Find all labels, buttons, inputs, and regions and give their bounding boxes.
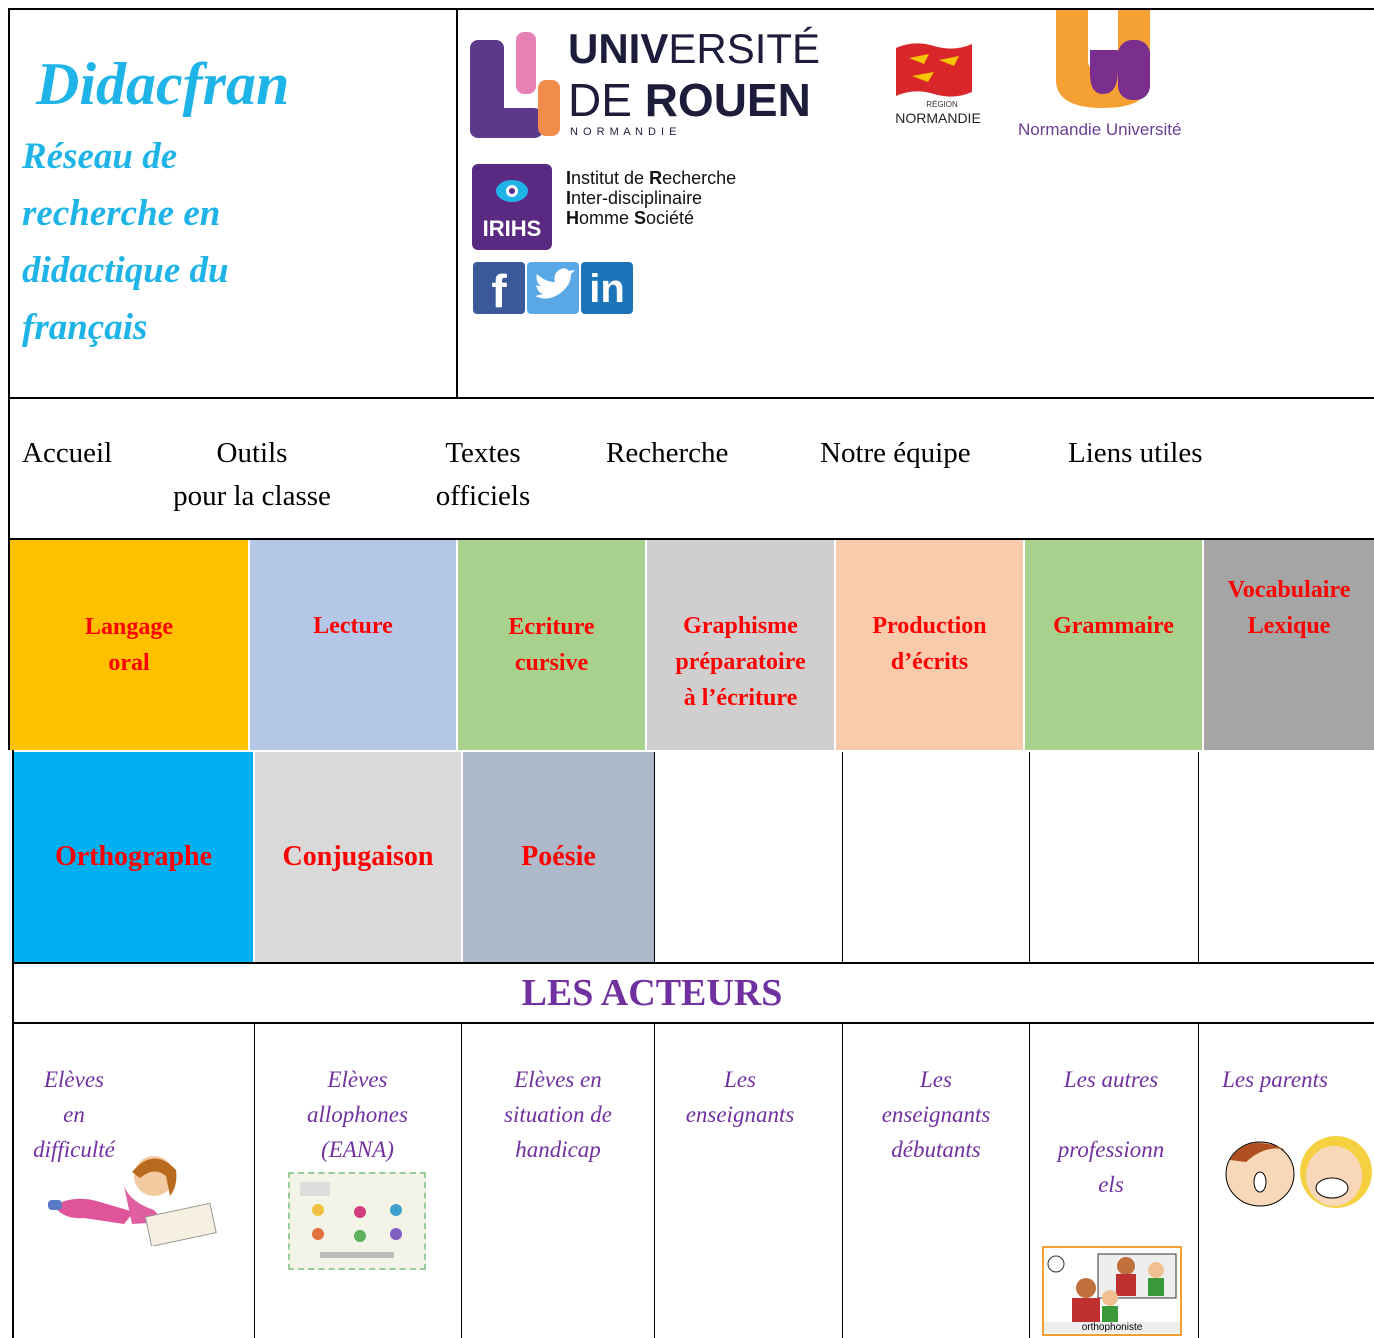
logo-univ-light: ERSITÉ: [668, 25, 821, 72]
region-small-label: RÉGION: [926, 100, 958, 109]
nav-textes-officiels[interactable]: Textes officiels: [420, 432, 546, 518]
cell-divider: [254, 1024, 255, 1338]
logo-univ-bold: UNIV: [568, 25, 669, 72]
twitter-icon[interactable]: [527, 262, 579, 314]
irihs-l2b: nter-disciplinaire: [571, 188, 703, 208]
tile-lecture[interactable]: Lecture: [250, 540, 456, 750]
tile-orthographe[interactable]: Orthographe: [14, 752, 253, 962]
nav-notre-equipe[interactable]: Notre équipe: [820, 432, 971, 475]
tile-graphisme-label: Graphisme préparatoire à l’écriture: [675, 613, 806, 711]
tile-production-ecrits-label: Production d’écrits: [872, 613, 987, 675]
logo-normandie-caption: N O R M A N D I E: [570, 126, 678, 138]
tile-orthographe-label: Orthographe: [54, 841, 213, 872]
irihs-l3a: H: [566, 208, 579, 228]
cell-divider: [1198, 1024, 1199, 1338]
normandie-universite-logo[interactable]: Normandie Université: [1018, 10, 1198, 140]
normandie-universite-label: Normandie Université: [1018, 120, 1182, 139]
tile-ecriture-cursive-label: Ecriture cursive: [508, 614, 595, 676]
linkedin-icon[interactable]: in: [581, 262, 633, 314]
twitter-bird-icon: [535, 268, 575, 299]
irihs-l1b: nstitut de: [571, 168, 650, 188]
parents-faces-illustration: [1216, 1132, 1374, 1212]
cell-divider: [842, 1024, 843, 1338]
irihs-l1c: R: [649, 168, 663, 188]
irihs-l3b: omme: [579, 208, 635, 228]
tile-ecriture-cursive[interactable]: Ecriture cursive: [458, 540, 645, 750]
acteurs-heading: LES ACTEURS: [521, 972, 783, 1014]
actor-enseignants-debutants[interactable]: Les enseignants débutants: [844, 1062, 1028, 1167]
orthophoniste-caption: orthophoniste: [1044, 1322, 1180, 1333]
tile-conjugaison[interactable]: Conjugaison: [255, 752, 461, 962]
logo-de: DE: [568, 74, 645, 126]
tile-poesie-label: Poésie: [521, 841, 596, 872]
irihs-text: Institut de Recherche Inter-disciplinair…: [566, 168, 736, 228]
cell-divider: [461, 1024, 462, 1338]
tile-lecture-label: Lecture: [313, 613, 393, 639]
orthophoniste-pictogram: orthophoniste: [1042, 1246, 1182, 1336]
nav-outils[interactable]: Outils pour la classe: [166, 432, 338, 518]
eye-icon: [496, 180, 528, 202]
univ-rouen-logo[interactable]: UNIVERSITÉ DE ROUEN N O R M A N D I E: [470, 26, 820, 142]
irihs-logo[interactable]: IRIHS Institut de Recherche Inter-discip…: [472, 160, 792, 250]
cell-divider: [1029, 1024, 1030, 1338]
row-divider: [12, 1022, 1374, 1024]
actor-enseignants[interactable]: Les enseignants: [656, 1062, 824, 1132]
actor-eleves-handicap[interactable]: Elèves en situation de handicap: [463, 1062, 653, 1167]
irihs-badge: IRIHS: [472, 164, 552, 250]
actor-autres-professionnels[interactable]: Les autres professionn els: [1031, 1062, 1191, 1202]
cell-divider: [842, 752, 843, 962]
nav-recherche[interactable]: Recherche: [606, 432, 728, 475]
tile-grammaire-label: Grammaire: [1053, 613, 1174, 639]
tile-langage-oral-label: Langage oral: [84, 614, 173, 676]
actor-parents[interactable]: Les parents: [1200, 1062, 1350, 1097]
normandie-u-icon: [1056, 10, 1150, 108]
irihs-badge-label: IRIHS: [482, 216, 542, 241]
eana-document-thumbnail: [288, 1172, 426, 1270]
cell-divider: [1198, 752, 1199, 962]
region-flag-icon: [896, 43, 972, 97]
tile-langage-oral[interactable]: Langage oral: [10, 540, 248, 750]
site-title[interactable]: Didacfran: [36, 50, 289, 119]
facebook-icon[interactable]: f: [473, 262, 525, 317]
tile-vocabulaire-lexique-label: Vocabulaire Lexique: [1227, 577, 1351, 639]
nav-accueil[interactable]: Accueil: [22, 432, 112, 475]
actor-eleves-allophones[interactable]: Elèves allophones (EANA): [256, 1062, 459, 1167]
irihs-l3c: S: [634, 208, 647, 228]
logo-rouen: ROUEN: [644, 74, 811, 126]
nav-liens-utiles[interactable]: Liens utiles: [1068, 432, 1203, 475]
irihs-l3d: ociété: [646, 208, 695, 228]
cell-divider: [1029, 752, 1030, 962]
irihs-l1d: echerche: [662, 168, 737, 188]
region-normandie-logo[interactable]: RÉGION NORMANDIE: [890, 40, 1000, 130]
cell-divider: [654, 1024, 655, 1338]
nav-top-border: [8, 397, 1374, 399]
header-divider: [456, 8, 458, 398]
tile-grammaire[interactable]: Grammaire: [1025, 540, 1202, 750]
tile-conjugaison-label: Conjugaison: [282, 841, 434, 872]
tile-poesie[interactable]: Poésie: [463, 752, 654, 962]
tile-vocabulaire-lexique[interactable]: Vocabulaire Lexique: [1204, 540, 1374, 750]
tile-graphisme[interactable]: Graphisme préparatoire à l’écriture: [647, 540, 834, 750]
girl-reading-illustration: [44, 1146, 220, 1247]
cell-divider: [654, 752, 655, 962]
region-name: NORMANDIE: [895, 110, 981, 126]
tile-production-ecrits[interactable]: Production d’écrits: [836, 540, 1023, 750]
site-subtitle: Réseau de recherche en didactique du fra…: [22, 136, 229, 348]
